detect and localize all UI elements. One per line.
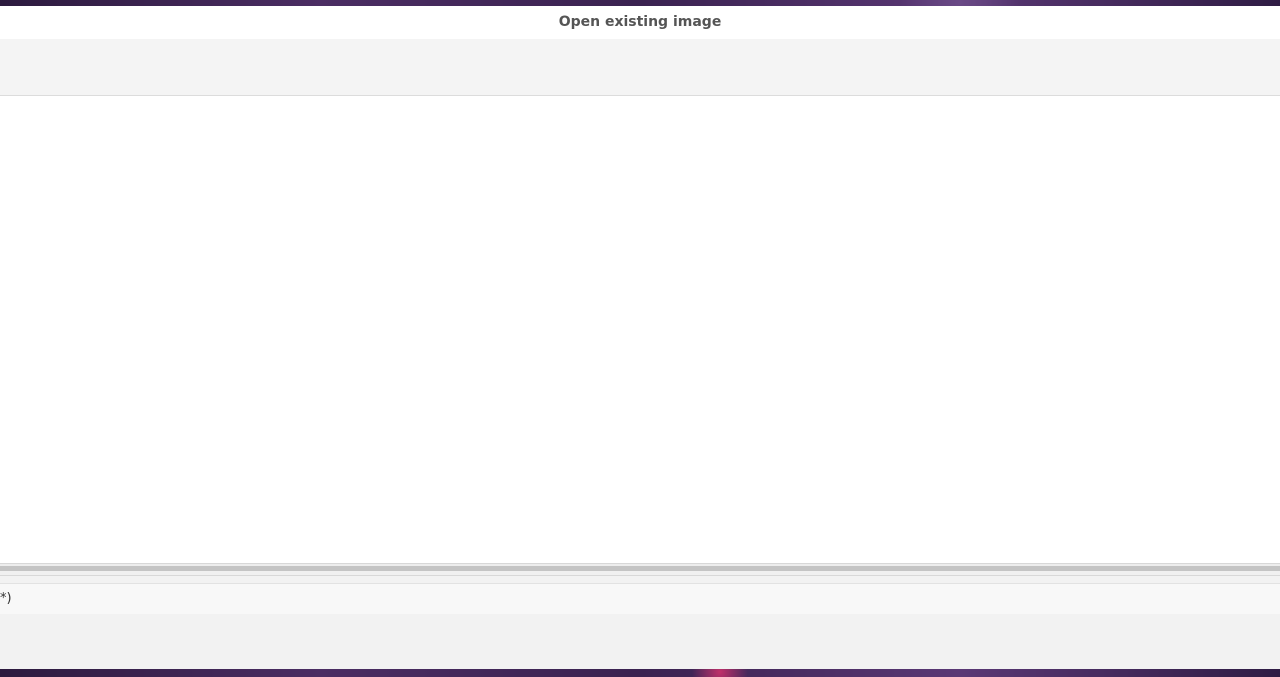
file-type-filter-label: *)	[0, 591, 12, 606]
dialog-titlebar[interactable]: Open existing image	[0, 6, 1280, 39]
pane-separator-bottom	[0, 571, 1280, 576]
path-toolbar	[0, 39, 1280, 96]
open-image-dialog: Open existing image *)	[0, 6, 1280, 669]
dialog-button-area	[0, 614, 1280, 669]
dialog-title: Open existing image	[558, 14, 722, 30]
file-type-filter[interactable]: *)	[0, 583, 1280, 615]
file-list-pane[interactable]	[0, 96, 1280, 564]
